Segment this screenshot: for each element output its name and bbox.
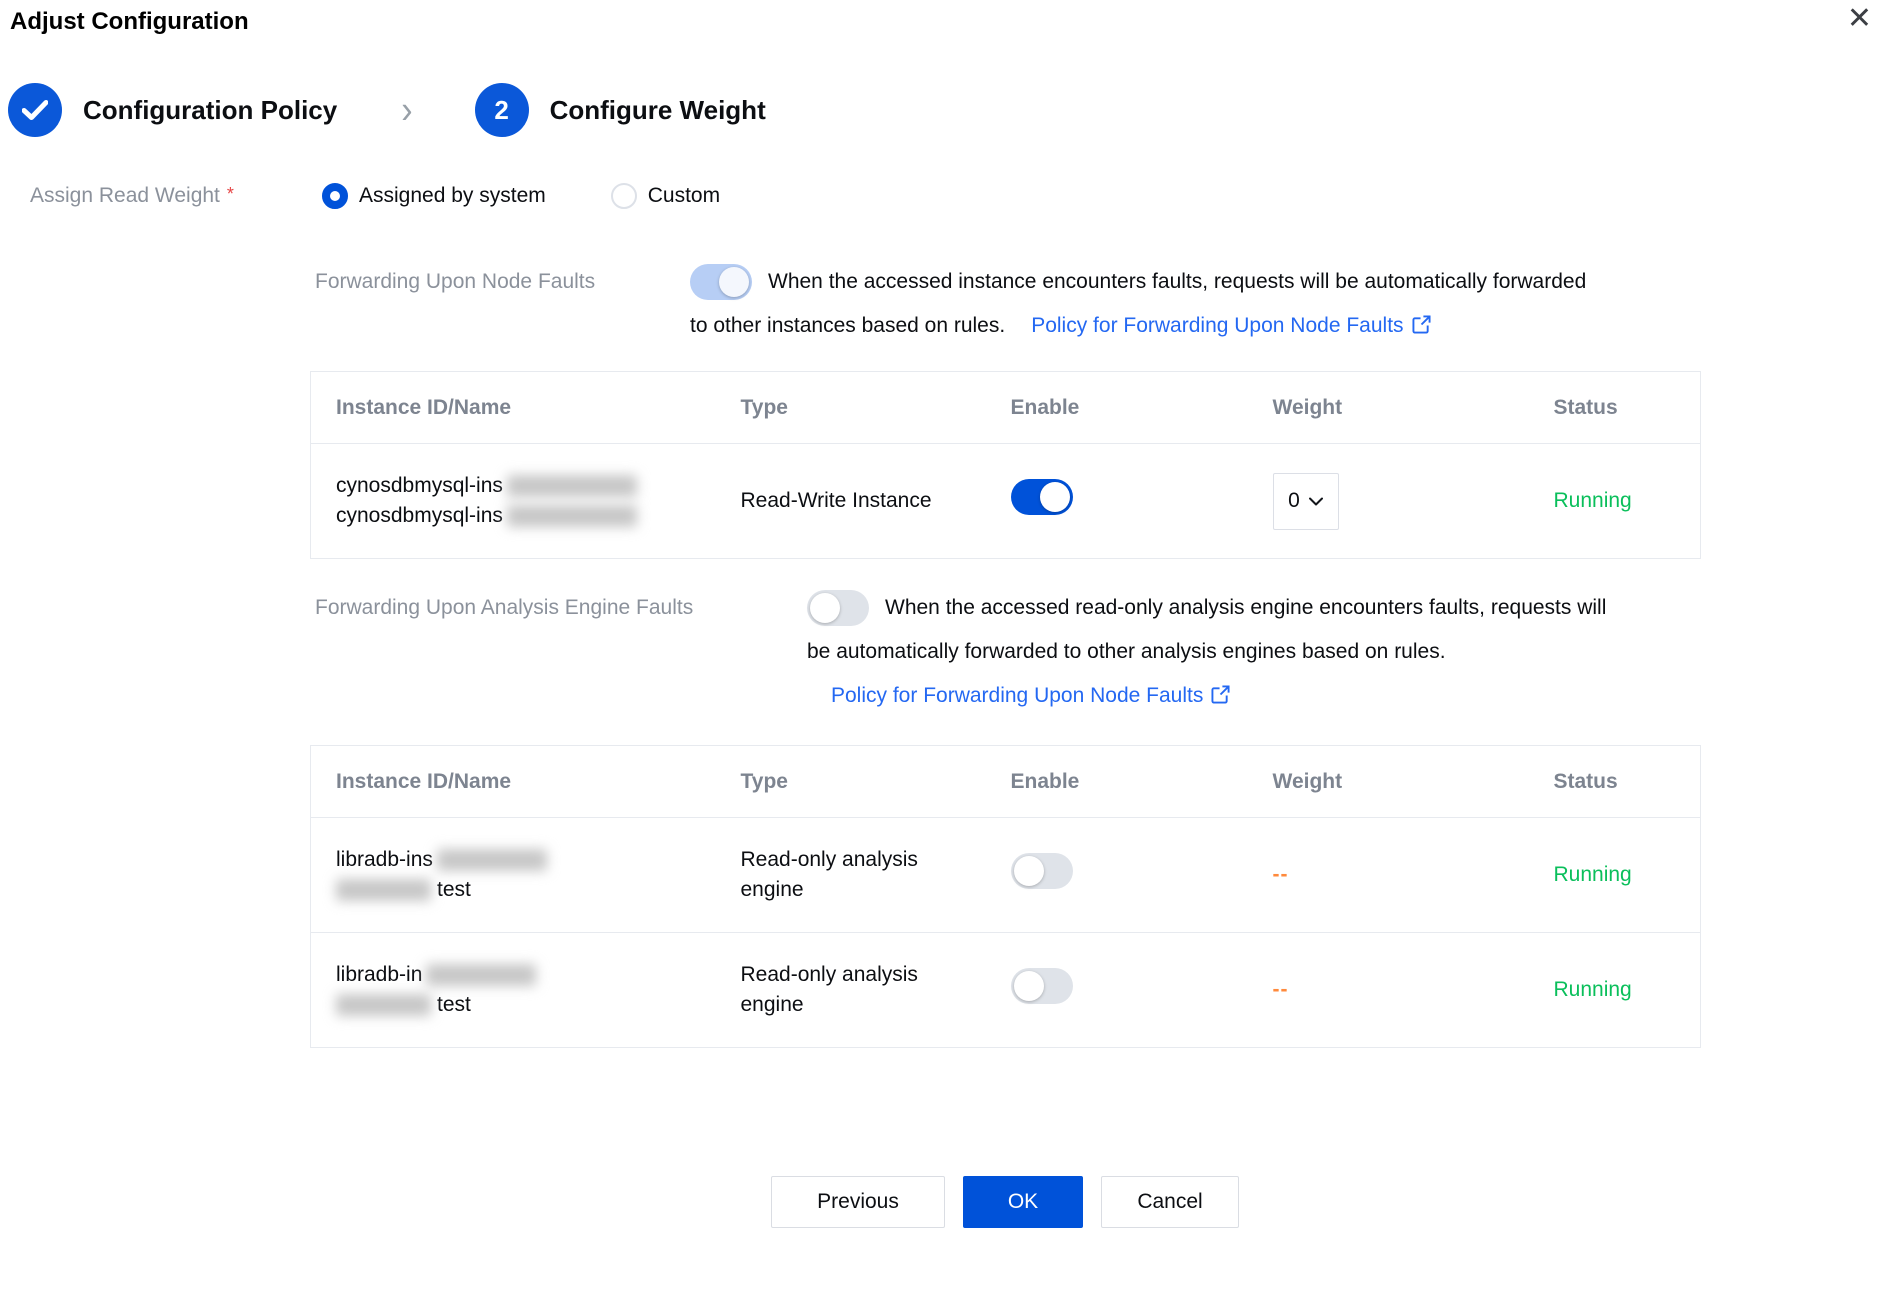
engine-id-cell: libradb-in test: [311, 933, 716, 1048]
radio-assigned-by-system[interactable]: Assigned by system: [322, 183, 546, 209]
col-header-weight: Weight: [1248, 746, 1529, 818]
assign-read-weight-label: Assign Read Weight*: [30, 184, 322, 208]
engine-faults-section: Forwarding Upon Analysis Engine Faults W…: [310, 589, 1700, 715]
col-header-status: Status: [1529, 746, 1701, 818]
redacted-text: [507, 475, 637, 497]
col-header-instance-id: Instance ID/Name: [311, 746, 716, 818]
previous-button[interactable]: Previous: [771, 1176, 945, 1228]
node-faults-policy-link[interactable]: Policy for Forwarding Upon Node Faults: [1031, 314, 1430, 337]
step-indicator: Configuration Policy › 2 Configure Weigh…: [8, 83, 1894, 137]
instance-enable-toggle[interactable]: [1011, 479, 1073, 515]
engine-id-cell: libradb-ins test: [311, 818, 716, 933]
node-faults-description-line1: When the accessed instance encounters fa…: [768, 270, 1586, 294]
node-faults-section: Forwarding Upon Node Faults When the acc…: [310, 263, 1700, 345]
weight-empty-value: --: [1273, 978, 1289, 1001]
radio-unselected-icon: [611, 183, 637, 209]
step-1-circle: [8, 83, 62, 137]
engines-table-header-row: Instance ID/Name Type Enable Weight Stat…: [311, 746, 1701, 818]
toggle-knob: [810, 593, 840, 623]
col-header-instance-id: Instance ID/Name: [311, 372, 716, 444]
redacted-text: [336, 994, 431, 1016]
dialog-footer: Previous OK Cancel: [310, 1176, 1700, 1228]
table-row: libradb-in test Read-only analysis engin…: [311, 933, 1701, 1048]
status-badge: Running: [1554, 978, 1632, 1001]
status-badge: Running: [1554, 489, 1632, 512]
step-2-number: 2: [494, 95, 508, 126]
engine-type-cell: Read-only analysis engine: [716, 818, 986, 933]
engine-faults-description-line2: be automatically forwarded to other anal…: [807, 640, 1446, 663]
weight-select[interactable]: 0: [1273, 473, 1339, 530]
engine-faults-toggle[interactable]: [807, 590, 869, 626]
engine-faults-policy-link[interactable]: Policy for Forwarding Upon Node Faults: [831, 684, 1230, 707]
step-2-label: Configure Weight: [550, 95, 766, 126]
col-header-type: Type: [716, 372, 986, 444]
engine-enable-toggle-1[interactable]: [1011, 853, 1073, 889]
redacted-text: [426, 964, 536, 986]
external-link-icon: [1412, 315, 1431, 334]
engine-type-cell: Read-only analysis engine: [716, 933, 986, 1048]
engines-table: Instance ID/Name Type Enable Weight Stat…: [310, 745, 1701, 1048]
engine-faults-description-line1: When the accessed read-only analysis eng…: [885, 596, 1606, 620]
step-1-label: Configuration Policy: [83, 95, 337, 126]
col-header-weight: Weight: [1248, 372, 1529, 444]
instance-id-cell: cynosdbmysql-ins cynosdbmysql-ins: [311, 444, 716, 559]
node-faults-label: Forwarding Upon Node Faults: [310, 263, 690, 294]
table-row: cynosdbmysql-ins cynosdbmysql-ins Read-W…: [311, 444, 1701, 559]
instances-table-header-row: Instance ID/Name Type Enable Weight Stat…: [311, 372, 1701, 444]
redacted-text: [336, 879, 431, 901]
check-icon: [22, 100, 48, 120]
ok-button[interactable]: OK: [963, 1176, 1083, 1228]
dialog-header: Adjust Configuration ✕: [0, 0, 1894, 36]
step-configuration-policy: Configuration Policy: [8, 83, 337, 137]
instance-type-cell: Read-Write Instance: [716, 444, 986, 559]
node-faults-toggle[interactable]: [690, 264, 752, 300]
external-link-icon: [1211, 685, 1230, 704]
col-header-enable: Enable: [986, 746, 1248, 818]
col-header-enable: Enable: [986, 372, 1248, 444]
close-icon: ✕: [1847, 2, 1872, 35]
toggle-knob: [1014, 856, 1044, 886]
toggle-knob: [1040, 482, 1070, 512]
redacted-text: [507, 505, 637, 527]
instances-table: Instance ID/Name Type Enable Weight Stat…: [310, 371, 1701, 559]
radio-custom[interactable]: Custom: [611, 183, 720, 209]
close-button[interactable]: ✕: [1847, 4, 1872, 34]
weight-empty-value: --: [1273, 863, 1289, 886]
engine-enable-toggle-2[interactable]: [1011, 968, 1073, 1004]
col-header-type: Type: [716, 746, 986, 818]
status-badge: Running: [1554, 863, 1632, 886]
required-asterisk: *: [227, 184, 234, 204]
read-weight-radio-group: Assigned by system Custom: [322, 183, 720, 209]
node-faults-description-line2: to other instances based on rules.: [690, 314, 1005, 337]
engine-faults-label: Forwarding Upon Analysis Engine Faults: [310, 589, 807, 620]
toggle-knob: [1014, 971, 1044, 1001]
table-row: libradb-ins test Read-only analysis engi…: [311, 818, 1701, 933]
toggle-knob: [719, 267, 749, 297]
col-header-status: Status: [1529, 372, 1701, 444]
assign-read-weight-row: Assign Read Weight* Assigned by system C…: [30, 183, 1894, 209]
cancel-button[interactable]: Cancel: [1101, 1176, 1239, 1228]
redacted-text: [437, 849, 547, 871]
step-2-circle: 2: [475, 83, 529, 137]
chevron-down-icon: [1309, 497, 1323, 506]
dialog-title: Adjust Configuration: [10, 8, 1894, 36]
step-configure-weight: 2 Configure Weight: [475, 83, 766, 137]
radio-selected-icon: [322, 183, 348, 209]
chevron-right-icon: ›: [401, 88, 412, 133]
